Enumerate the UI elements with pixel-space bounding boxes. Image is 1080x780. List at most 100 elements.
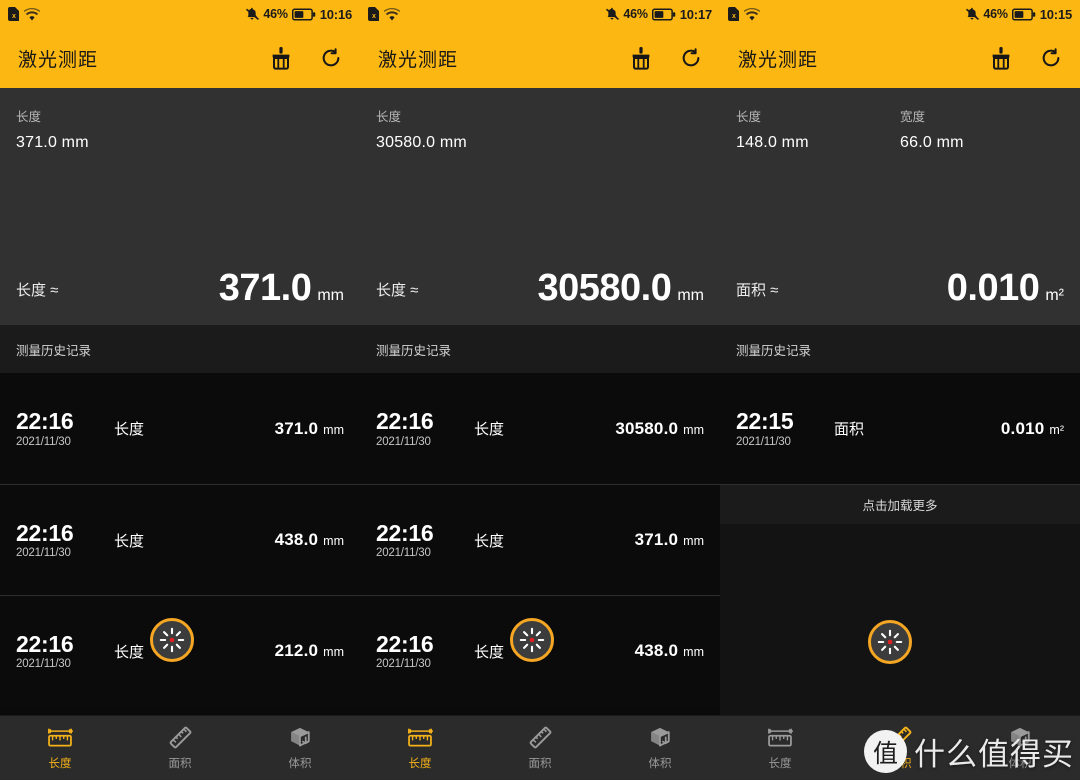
clear-history-button[interactable] — [628, 45, 654, 71]
app-bar: 激光测距 — [360, 28, 720, 88]
history-value-group: 30580.0 mm — [615, 419, 704, 439]
status-time: 10:15 — [1039, 6, 1072, 22]
history-header: 测量历史记录 — [720, 325, 1080, 373]
dimension-label: 长度 — [376, 110, 402, 124]
nav-item-长度[interactable]: 长度 — [360, 716, 480, 780]
history-value-group: 371.0 mm — [275, 419, 344, 439]
nav-item-体积[interactable]: 体积 — [960, 716, 1080, 780]
history-time: 22:15 — [736, 408, 794, 435]
history-row[interactable]: 22:16 2021/11/30 长度 371.0 mm — [360, 484, 720, 595]
history-row[interactable]: 22:15 2021/11/30 面积 0.010 m² — [720, 373, 1080, 484]
history-unit: m² — [1049, 422, 1064, 437]
history-row[interactable]: 22:16 2021/11/30 长度 371.0 mm — [0, 373, 360, 484]
history-timestamp: 22:16 2021/11/30 — [376, 632, 462, 670]
history-value: 438.0 — [274, 530, 319, 549]
history-timestamp: 22:16 2021/11/30 — [16, 409, 102, 447]
result-row: 面积 ≈ 0.010 m² — [736, 269, 1064, 325]
result-value-group: 30580.0 mm — [537, 269, 704, 307]
history-row[interactable]: 22:16 2021/11/30 长度 438.0 mm — [0, 484, 360, 595]
history-empty-area — [720, 524, 1080, 715]
svg-text:x: x — [12, 13, 16, 20]
history-value: 371.0 — [274, 418, 319, 438]
history-time: 22:16 — [376, 630, 434, 657]
history-timestamp: 22:16 2021/11/30 — [376, 409, 462, 447]
nav-item-label: 体积 — [288, 758, 312, 770]
ruler-area-icon — [888, 725, 913, 750]
history-list: 22:16 2021/11/30 长度 30580.0 mm 22:16 202… — [360, 373, 720, 715]
history-unit: mm — [323, 645, 344, 659]
status-bar: x 46% 10:16 — [0, 0, 360, 28]
result-row: 长度 ≈ 371.0 mm — [16, 269, 344, 325]
app-title: 激光测距 — [378, 49, 459, 71]
refresh-button[interactable] — [320, 47, 342, 69]
dimension-list: 长度 30580.0 mm — [376, 106, 704, 152]
app-bar-actions — [988, 45, 1062, 71]
ruler-area-icon — [168, 725, 193, 750]
svg-text:x: x — [372, 13, 376, 20]
three-panel-screenshot: x 46% 10:16 激光测距 长度 371.0 mm 长度 ≈ 371.0 — [0, 0, 1080, 780]
history-date: 2021/11/30 — [16, 547, 71, 560]
result-value: 0.010 — [946, 267, 1040, 309]
nav-item-面积[interactable]: 面积 — [120, 716, 240, 780]
nav-item-长度[interactable]: 长度 — [0, 716, 120, 780]
history-title: 测量历史记录 — [736, 343, 812, 358]
clear-history-button[interactable] — [988, 45, 1014, 71]
ruler-length-icon — [47, 726, 73, 750]
history-header: 测量历史记录 — [0, 325, 360, 373]
mute-bell-icon — [245, 7, 260, 21]
history-type: 长度 — [474, 421, 505, 438]
battery-percent: 46% — [623, 7, 648, 21]
status-right-icons: 46% 10:15 — [965, 7, 1072, 22]
refresh-button[interactable] — [1040, 47, 1062, 69]
battery-icon — [651, 7, 676, 21]
result-value-group: 371.0 mm — [219, 269, 344, 307]
history-date: 2021/11/30 — [376, 435, 431, 448]
measurement-panel: 长度 371.0 mm 长度 ≈ 371.0 mm — [0, 88, 360, 325]
result-unit: m² — [1045, 287, 1064, 304]
load-more-button[interactable]: 点击加载更多 — [720, 484, 1080, 524]
dimension-item: 长度 148.0 mm — [736, 106, 900, 152]
result-value: 371.0 — [218, 267, 312, 309]
wifi-icon — [24, 7, 40, 21]
status-time: 10:16 — [319, 6, 352, 22]
nav-item-面积[interactable]: 面积 — [840, 716, 960, 780]
history-row[interactable]: 22:16 2021/11/30 长度 30580.0 mm — [360, 373, 720, 484]
mute-bell-icon — [605, 7, 620, 21]
nav-item-label: 面积 — [528, 758, 552, 770]
history-value-group: 0.010 m² — [1001, 419, 1064, 439]
history-list: 22:15 2021/11/30 面积 0.010 m² 点击加载更多 — [720, 373, 1080, 715]
clear-history-button[interactable] — [268, 45, 294, 71]
dimension-value: 66.0 mm — [900, 134, 964, 151]
history-value-group: 212.0 mm — [275, 641, 344, 661]
history-time: 22:16 — [16, 408, 74, 435]
refresh-button[interactable] — [680, 47, 702, 69]
result-unit: mm — [677, 287, 704, 304]
history-list: 22:16 2021/11/30 长度 371.0 mm 22:16 2021/… — [0, 373, 360, 715]
cube-volume-icon — [288, 725, 313, 750]
history-value-group: 438.0 mm — [635, 641, 704, 661]
measurement-panel: 长度 148.0 mm 宽度 66.0 mm 面积 ≈ 0.010 m² — [720, 88, 1080, 325]
cube-volume-icon — [648, 725, 673, 750]
history-date: 2021/11/30 — [16, 658, 71, 671]
dimension-list: 长度 148.0 mm 宽度 66.0 mm — [736, 106, 1064, 152]
loading-spinner-icon — [868, 620, 912, 664]
nav-item-长度[interactable]: 长度 — [720, 716, 840, 780]
status-right-icons: 46% 10:17 — [605, 7, 712, 22]
nav-item-label: 体积 — [648, 758, 672, 770]
nav-item-label: 长度 — [408, 757, 432, 770]
cube-volume-icon — [1008, 725, 1033, 750]
history-date: 2021/11/30 — [376, 658, 431, 671]
battery-percent: 46% — [983, 7, 1008, 21]
dimension-list: 长度 371.0 mm — [16, 106, 344, 152]
nav-item-体积[interactable]: 体积 — [240, 716, 360, 780]
history-type: 长度 — [474, 643, 505, 661]
nav-item-面积[interactable]: 面积 — [480, 716, 600, 780]
bottom-nav: 长度 面积 体积 — [0, 715, 360, 780]
history-value-group: 438.0 mm — [275, 530, 344, 550]
nav-item-label: 面积 — [888, 758, 912, 770]
app-bar: 激光测距 — [720, 28, 1080, 88]
wifi-icon — [744, 7, 760, 21]
history-unit: mm — [323, 534, 344, 548]
nav-item-体积[interactable]: 体积 — [600, 716, 720, 780]
nav-item-label: 长度 — [48, 757, 72, 770]
